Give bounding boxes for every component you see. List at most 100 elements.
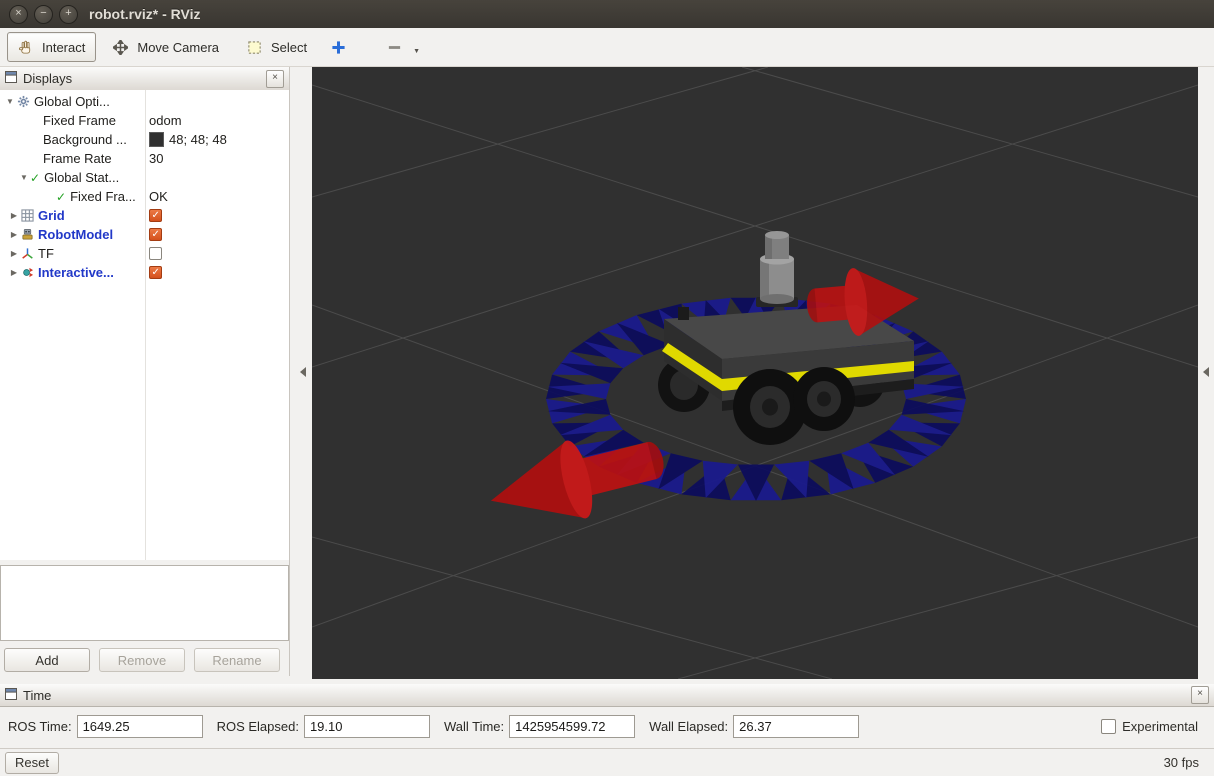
time-close-icon[interactable]: × bbox=[1191, 686, 1209, 704]
row-label: Global Stat... bbox=[44, 170, 119, 185]
ros-elapsed-field: ROS Elapsed: bbox=[217, 715, 430, 738]
status-value: OK bbox=[149, 187, 168, 206]
grid-enabled-checkbox[interactable] bbox=[149, 209, 162, 222]
time-panel-content: ROS Time: ROS Elapsed: Wall Time: Wall E… bbox=[0, 707, 1214, 746]
status-ok-icon: ✓ bbox=[56, 190, 66, 204]
window-title: robot.rviz* - RViz bbox=[89, 6, 201, 22]
ros-elapsed-label: ROS Elapsed: bbox=[217, 719, 299, 734]
tf-enabled-checkbox[interactable] bbox=[149, 247, 162, 260]
wall-time-field: Wall Time: bbox=[444, 715, 635, 738]
property-label: Frame Rate bbox=[43, 151, 112, 166]
robot-model-icon bbox=[20, 228, 35, 242]
toolbar: Interact Move Camera Select bbox=[0, 28, 1214, 67]
expanded-icon[interactable]: ▼ bbox=[4, 97, 16, 106]
collapsed-icon[interactable]: ▶ bbox=[8, 249, 20, 258]
splitter-collapse-icon[interactable] bbox=[1203, 367, 1209, 377]
display-description-box bbox=[0, 565, 289, 641]
displays-tree: ▼ Global Opti... Fixed Frame odom Bac bbox=[0, 90, 289, 560]
remove-display-button[interactable]: Remove bbox=[99, 648, 185, 672]
expanded-icon[interactable]: ▼ bbox=[18, 173, 30, 182]
robot-model-enabled-checkbox[interactable] bbox=[149, 228, 162, 241]
right-splitter[interactable] bbox=[1198, 67, 1214, 679]
select-icon bbox=[247, 40, 262, 54]
reset-button[interactable]: Reset bbox=[5, 752, 59, 774]
display-name: Interactive... bbox=[38, 265, 114, 280]
ros-time-input[interactable] bbox=[77, 715, 203, 738]
property-label: Fixed Frame bbox=[43, 113, 116, 128]
time-panel-header[interactable]: Time × bbox=[0, 684, 1214, 707]
displays-close-icon[interactable]: × bbox=[266, 70, 284, 88]
tree-row-frame-rate[interactable]: Frame Rate 30 bbox=[0, 149, 289, 168]
wall-time-label: Wall Time: bbox=[444, 719, 504, 734]
remove-tool-button[interactable]: ▼ bbox=[380, 32, 427, 62]
rename-display-button[interactable]: Rename bbox=[194, 648, 280, 672]
color-swatch bbox=[149, 132, 164, 147]
tree-row-tf[interactable]: ▶ TF bbox=[0, 244, 289, 263]
color-value-text: 48; 48; 48 bbox=[169, 132, 227, 147]
experimental-checkbox[interactable] bbox=[1101, 719, 1116, 734]
display-name: Grid bbox=[38, 208, 65, 223]
experimental-label: Experimental bbox=[1122, 719, 1198, 734]
wall-elapsed-label: Wall Elapsed: bbox=[649, 719, 728, 734]
interactive-markers-icon bbox=[20, 266, 35, 280]
displays-panel-title: Displays bbox=[23, 71, 72, 86]
panel-icon bbox=[5, 688, 17, 703]
time-panel: Time × ROS Time: ROS Elapsed: Wall Time:… bbox=[0, 684, 1214, 746]
3d-viewport[interactable] bbox=[312, 67, 1198, 679]
ros-elapsed-input[interactable] bbox=[304, 715, 430, 738]
wall-time-input[interactable] bbox=[509, 715, 635, 738]
tree-row-fixed-frame[interactable]: Fixed Frame odom bbox=[0, 111, 289, 130]
add-display-button[interactable]: Add bbox=[4, 648, 90, 672]
select-tool-button[interactable]: Select bbox=[236, 32, 318, 62]
close-icon[interactable]: × bbox=[9, 5, 28, 24]
displays-panel-header[interactable]: Displays × bbox=[0, 67, 289, 91]
tree-row-global-status[interactable]: ▼ ✓ Global Stat... bbox=[0, 168, 289, 187]
displays-buttons: Add Remove Rename bbox=[4, 648, 280, 672]
ros-time-field: ROS Time: bbox=[8, 715, 203, 738]
property-label: Background ... bbox=[43, 132, 127, 147]
move-camera-label: Move Camera bbox=[137, 40, 219, 55]
experimental-option: Experimental bbox=[1101, 719, 1198, 734]
tree-row-interactive-markers[interactable]: ▶ Interactive... bbox=[0, 263, 289, 282]
tree-row-fixed-frame-status[interactable]: ✓ Fixed Fra... OK bbox=[0, 187, 289, 206]
ros-time-label: ROS Time: bbox=[8, 719, 72, 734]
interact-tool-button[interactable]: Interact bbox=[7, 32, 96, 62]
plus-icon bbox=[331, 40, 346, 54]
collapsed-icon[interactable]: ▶ bbox=[8, 230, 20, 239]
tree-row-robot-model[interactable]: ▶ RobotModel bbox=[0, 225, 289, 244]
tf-axes-icon bbox=[20, 247, 35, 261]
collapsed-icon[interactable]: ▶ bbox=[8, 211, 20, 220]
fixed-frame-value[interactable]: odom bbox=[149, 111, 182, 130]
hand-icon bbox=[18, 40, 33, 54]
move-camera-tool-button[interactable]: Move Camera bbox=[102, 32, 230, 62]
panel-icon bbox=[5, 71, 17, 86]
tree-row-background-color[interactable]: Background ... 48; 48; 48 bbox=[0, 130, 289, 149]
background-color-value[interactable]: 48; 48; 48 bbox=[149, 130, 227, 149]
status-ok-icon: ✓ bbox=[30, 171, 40, 185]
select-label: Select bbox=[271, 40, 307, 55]
display-name: RobotModel bbox=[38, 227, 113, 242]
add-tool-button[interactable] bbox=[324, 32, 356, 62]
left-splitter[interactable] bbox=[290, 67, 312, 676]
row-label: Global Opti... bbox=[34, 94, 110, 109]
frame-rate-value[interactable]: 30 bbox=[149, 149, 163, 168]
dropdown-arrow-icon: ▼ bbox=[413, 48, 420, 55]
interactive-markers-enabled-checkbox[interactable] bbox=[149, 266, 162, 279]
wall-elapsed-field: Wall Elapsed: bbox=[649, 715, 859, 738]
splitter-collapse-icon[interactable] bbox=[300, 367, 306, 377]
time-panel-title: Time bbox=[23, 688, 51, 703]
displays-panel: Displays × ▼ Global Opti... Fixe bbox=[0, 67, 290, 676]
status-bar: Reset 30 fps bbox=[0, 748, 1214, 776]
minimize-icon[interactable]: − bbox=[34, 5, 53, 24]
tree-row-grid[interactable]: ▶ Grid bbox=[0, 206, 289, 225]
gear-icon bbox=[16, 95, 31, 109]
collapsed-icon[interactable]: ▶ bbox=[8, 268, 20, 277]
fps-counter: 30 fps bbox=[1164, 755, 1199, 770]
minus-icon bbox=[387, 40, 402, 54]
maximize-icon[interactable]: + bbox=[59, 5, 78, 24]
titlebar: × − + robot.rviz* - RViz bbox=[0, 0, 1214, 28]
tree-row-global-options[interactable]: ▼ Global Opti... bbox=[0, 92, 289, 111]
move-camera-icon bbox=[113, 40, 128, 54]
display-name: TF bbox=[38, 246, 54, 261]
wall-elapsed-input[interactable] bbox=[733, 715, 859, 738]
